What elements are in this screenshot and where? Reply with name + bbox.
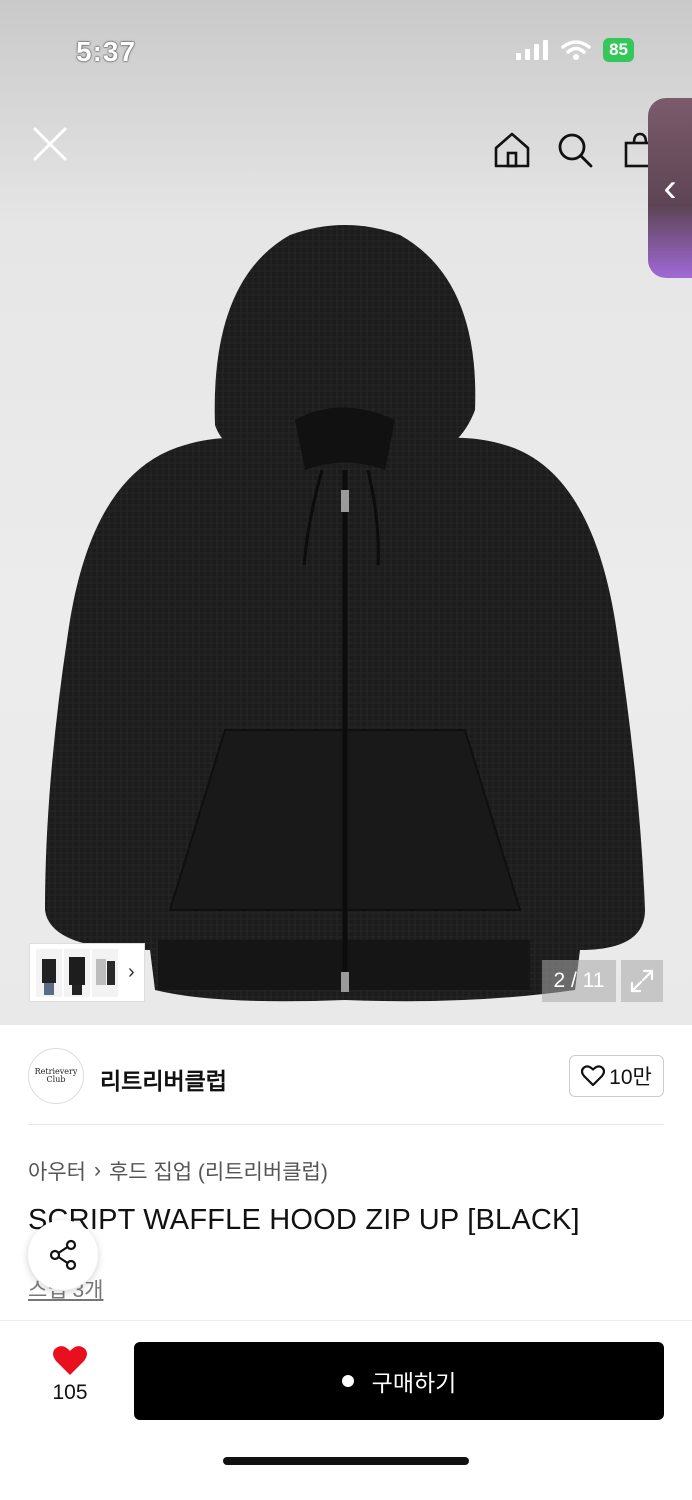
share-button[interactable] [28,1220,98,1290]
product-photo [45,225,645,1002]
heart-filled-icon [53,1346,87,1375]
thumbnail-1 [36,948,62,997]
product-image-gallery[interactable]: 5:37 85 ‹ › 2 / 11 [0,0,692,1025]
brand-like-button[interactable]: 10만 [569,1055,664,1097]
bottom-action-bar: 105 구매하기 [0,1320,692,1500]
status-bar: 5:37 85 [0,0,692,100]
image-counter: 2 / 11 [542,960,616,1002]
buy-dot-icon [341,1375,354,1387]
product-title: SCRIPT WAFFLE HOOD ZIP UP [BLACK] [28,1204,580,1236]
expand-icon [630,969,654,993]
buy-button-label: 구매하기 [371,1370,457,1396]
expand-button[interactable] [621,960,663,1002]
close-button[interactable] [28,120,72,168]
wifi-icon [561,40,591,60]
search-button[interactable] [553,128,597,172]
wishlist-count: 105 [52,1381,88,1404]
chevron-left-icon: ‹ [663,165,677,210]
brand-logo[interactable]: Retrievery Club [28,1048,84,1104]
signal-icon [516,40,549,60]
status-time: 5:37 [76,36,137,67]
heart-outline-icon [581,1065,606,1087]
thumbnail-strip[interactable]: › [29,943,145,1002]
home-icon [494,132,530,168]
side-drawer-tab[interactable]: ‹ [648,98,692,278]
home-button[interactable] [490,128,534,172]
share-icon [49,1239,77,1271]
divider [28,1124,664,1125]
home-indicator [223,1457,469,1465]
brand-name[interactable]: 리트리버클럽 [100,1062,227,1096]
chevron-right-icon: › [128,961,135,983]
breadcrumb: 아우터 › 후드 집업 (리트리버클럽) [28,1156,328,1186]
wishlist-button[interactable]: 105 [30,1345,110,1415]
top-navigation: 7 [0,120,692,180]
battery-indicator: 85 [603,38,634,62]
thumbnail-2 [64,948,90,997]
brand-like-count: 10만 [609,1066,652,1089]
status-icons: 85 [515,38,634,62]
buy-button[interactable]: 구매하기 [134,1342,664,1420]
breadcrumb-subcategory[interactable]: 후드 집업 (리트리버클럽) [109,1156,328,1186]
thumbnail-3 [92,948,118,997]
breadcrumb-separator: › [93,1159,101,1182]
brand-row: Retrievery Club 리트리버클럽 10만 [28,1046,664,1106]
brand-logo-text: Retrievery Club [34,1067,78,1084]
breadcrumb-category[interactable]: 아우터 [28,1156,86,1186]
search-icon [558,133,593,168]
close-icon [33,127,67,161]
